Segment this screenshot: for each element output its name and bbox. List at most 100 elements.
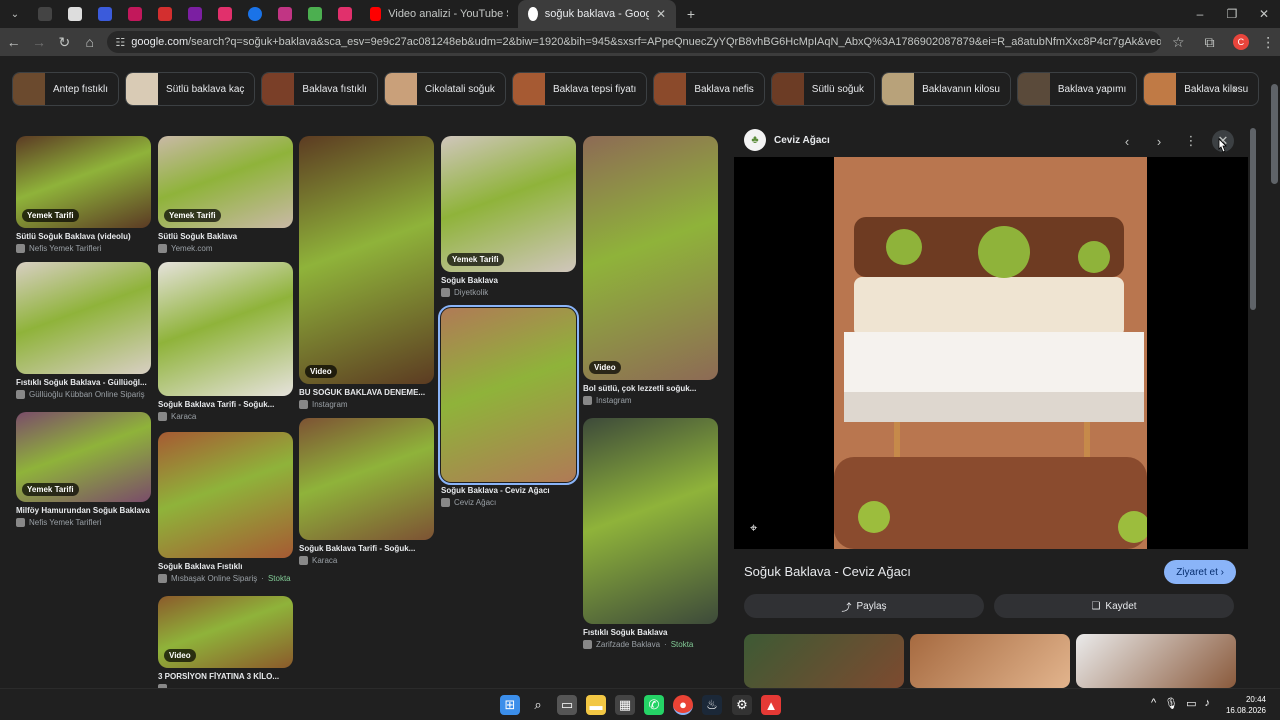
result-source[interactable]: Nefis Yemek Tarifleri [16, 244, 151, 253]
result-source[interactable]: Zarifzade Baklava · Stokta [583, 640, 718, 649]
chip-5[interactable]: Baklava nefis [653, 72, 765, 106]
app-red-icon[interactable]: ▲ [761, 695, 781, 715]
preview-image[interactable] [834, 157, 1150, 549]
reload-button[interactable]: ↻ [53, 30, 76, 54]
image-result[interactable]: Yemek Tarifi Milföy Hamurundan Soğuk Bakl… [16, 412, 151, 527]
chip-7[interactable]: Baklavanın kilosu [881, 72, 1011, 106]
close-icon[interactable]: ✕ [656, 7, 666, 21]
tab-search-button[interactable]: ⌄ [0, 0, 30, 28]
back-button[interactable]: ← [2, 30, 25, 54]
image-result[interactable]: Yemek Tarifi Soğuk Baklava Diyetkolik [441, 136, 576, 297]
result-thumbnail[interactable] [158, 432, 293, 558]
pinned-tab-7[interactable] [210, 0, 240, 28]
next-icon[interactable]: › [1148, 130, 1170, 152]
preview-image-frame[interactable] [734, 157, 1248, 549]
tab-youtube-studio[interactable]: Video analizi - YouTube Studio [360, 0, 518, 28]
result-title[interactable]: Soğuk Baklava Tarifi - Soğuk... [158, 400, 293, 409]
save-button[interactable]: ❑ Kaydet [994, 594, 1234, 618]
panel-source[interactable]: Ceviz Ağacı [774, 135, 830, 146]
site-info-icon[interactable]: ☷ [115, 36, 125, 49]
result-source[interactable]: Instagram [299, 400, 434, 409]
chip-1[interactable]: Sütlü baklava kaç [125, 72, 256, 106]
result-source[interactable]: Diyetkolik [441, 288, 576, 297]
result-source[interactable]: Güllüoğlu Kübban Online Sipariş [16, 390, 151, 399]
result-thumbnail[interactable]: Video [158, 596, 293, 668]
chevron-up-icon[interactable]: ^ [1151, 697, 1156, 710]
pinned-tab-3[interactable] [90, 0, 120, 28]
result-title[interactable]: Milföy Hamurundan Soğuk Baklava [16, 506, 151, 515]
image-result[interactable]: Fıstıklı Soğuk Baklava Zarifzade Baklava ·… [583, 418, 718, 649]
search-icon[interactable]: ⌕ [528, 695, 548, 715]
profile-avatar[interactable]: C [1229, 30, 1252, 54]
result-thumbnail[interactable] [299, 418, 434, 540]
chip-2[interactable]: Baklava fıstıklı [261, 72, 378, 106]
tab-google-search[interactable]: soğuk baklava - Google'da Ara ✕ [518, 0, 676, 28]
image-result[interactable]: Yemek Tarifi Sütlü Soğuk Baklava (videolu… [16, 136, 151, 253]
forward-button[interactable]: → [27, 30, 50, 54]
result-source[interactable]: Karaca [158, 412, 293, 421]
result-thumbnail[interactable] [438, 305, 579, 485]
result-thumbnail[interactable]: Yemek Tarifi [158, 136, 293, 228]
network-icon[interactable]: ▭ [1186, 697, 1196, 710]
related-image[interactable] [910, 634, 1070, 688]
previous-icon[interactable]: ‹ [1116, 130, 1138, 152]
chip-8[interactable]: Baklava yapımı [1016, 72, 1138, 106]
address-bar[interactable]: ☷ google.com/search?q=soğuk+baklava&sca_… [107, 31, 1161, 53]
result-title[interactable]: Soğuk Baklava Fıstıklı [158, 562, 293, 571]
result-thumbnail[interactable]: Yemek Tarifi [16, 136, 151, 228]
pinned-tab-5[interactable] [150, 0, 180, 28]
image-result[interactable]: Video 3 PORSİYON FİYATINA 3 KİLO... [158, 596, 293, 688]
result-title[interactable]: BU SOĞUK BAKLAVA DENEME... [299, 388, 434, 397]
chip-4[interactable]: Baklava tepsi fiyatı [511, 72, 648, 106]
result-thumbnail[interactable]: Yemek Tarifi [16, 412, 151, 502]
related-image[interactable] [1076, 634, 1236, 688]
maximize-button[interactable]: ❐ [1216, 0, 1248, 28]
result-source[interactable]: Mısbaşak Online Sipariş · Stokta [158, 574, 293, 583]
result-title[interactable]: Soğuk Baklava [441, 276, 576, 285]
panel-scrollbar[interactable] [1250, 128, 1256, 310]
image-result[interactable]: Soğuk Baklava Tarifi - Soğuk... Karaca [158, 262, 293, 421]
result-title[interactable]: 3 PORSİYON FİYATINA 3 KİLO... [158, 672, 293, 681]
whatsapp-icon[interactable]: ✆ [644, 695, 664, 715]
pinned-tab-8[interactable] [240, 0, 270, 28]
window-close-button[interactable]: ✕ [1248, 0, 1280, 28]
chrome-icon[interactable]: ● [673, 695, 693, 715]
result-thumbnail[interactable]: Yemek Tarifi [441, 136, 576, 272]
more-options-icon[interactable]: ⋮ [1180, 130, 1202, 152]
result-thumbnail[interactable]: Video [299, 136, 434, 384]
bookmark-star-icon[interactable]: ☆ [1167, 30, 1190, 54]
image-result[interactable]: Fıstıklı Soğuk Baklava - Güllüoğl... Güll… [16, 262, 151, 399]
chip-3[interactable]: Cikolatali soğuk [383, 72, 506, 106]
result-source[interactable]: Instagram [583, 396, 718, 405]
chip-9[interactable]: Baklava kilosu [1143, 72, 1260, 106]
result-title[interactable]: Fıstıklı Soğuk Baklava - Güllüoğl... [16, 378, 151, 387]
image-result[interactable]: Yemek Tarifi Sütlü Soğuk Baklava Yemek.com [158, 136, 293, 253]
result-title[interactable]: Fıstıklı Soğuk Baklava [583, 628, 718, 637]
result-title[interactable]: Bol sütlü, çok lezzetli soğuk... [583, 384, 718, 393]
chevron-right-icon[interactable]: › [1232, 80, 1237, 96]
app-icon[interactable]: ⚙ [732, 695, 752, 715]
image-result[interactable]: Video BU SOĞUK BAKLAVA DENEME... Instagram [299, 136, 434, 409]
result-title[interactable]: Soğuk Baklava - Ceviz Ağacı [441, 486, 576, 495]
result-title[interactable]: Soğuk Baklava Tarifi - Soğuk... [299, 544, 434, 553]
image-result[interactable]: Soğuk Baklava Fıstıklı Mısbaşak Online Si… [158, 432, 293, 583]
pinned-tab-1[interactable] [30, 0, 60, 28]
pinned-tab-11[interactable] [330, 0, 360, 28]
steam-icon[interactable]: ♨ [702, 695, 722, 715]
result-thumbnail[interactable] [583, 418, 718, 624]
pinned-tab-9[interactable] [270, 0, 300, 28]
pinned-tab-4[interactable] [120, 0, 150, 28]
result-title[interactable]: Sütlü Soğuk Baklava (videolu) [16, 232, 151, 241]
image-result[interactable]: Soğuk Baklava - Ceviz Ağacı Ceviz Ağacı [438, 305, 579, 507]
chip-6[interactable]: Sütlü soğuk [770, 72, 876, 106]
volume-icon[interactable]: ♪ [1205, 697, 1211, 710]
related-image[interactable] [744, 634, 904, 688]
windows-start-icon[interactable]: ⊞ [500, 695, 520, 715]
google-lens-icon[interactable]: ⌖ [750, 520, 757, 536]
result-thumbnail[interactable]: Video [583, 136, 718, 380]
new-tab-button[interactable]: + [676, 0, 706, 28]
image-result[interactable]: Soğuk Baklava Tarifi - Soğuk... Karaca [299, 418, 434, 565]
store-icon[interactable]: ▦ [615, 695, 635, 715]
clock[interactable]: 20:44 16.08.2026 [1226, 694, 1266, 716]
result-source[interactable]: Karaca [299, 556, 434, 565]
